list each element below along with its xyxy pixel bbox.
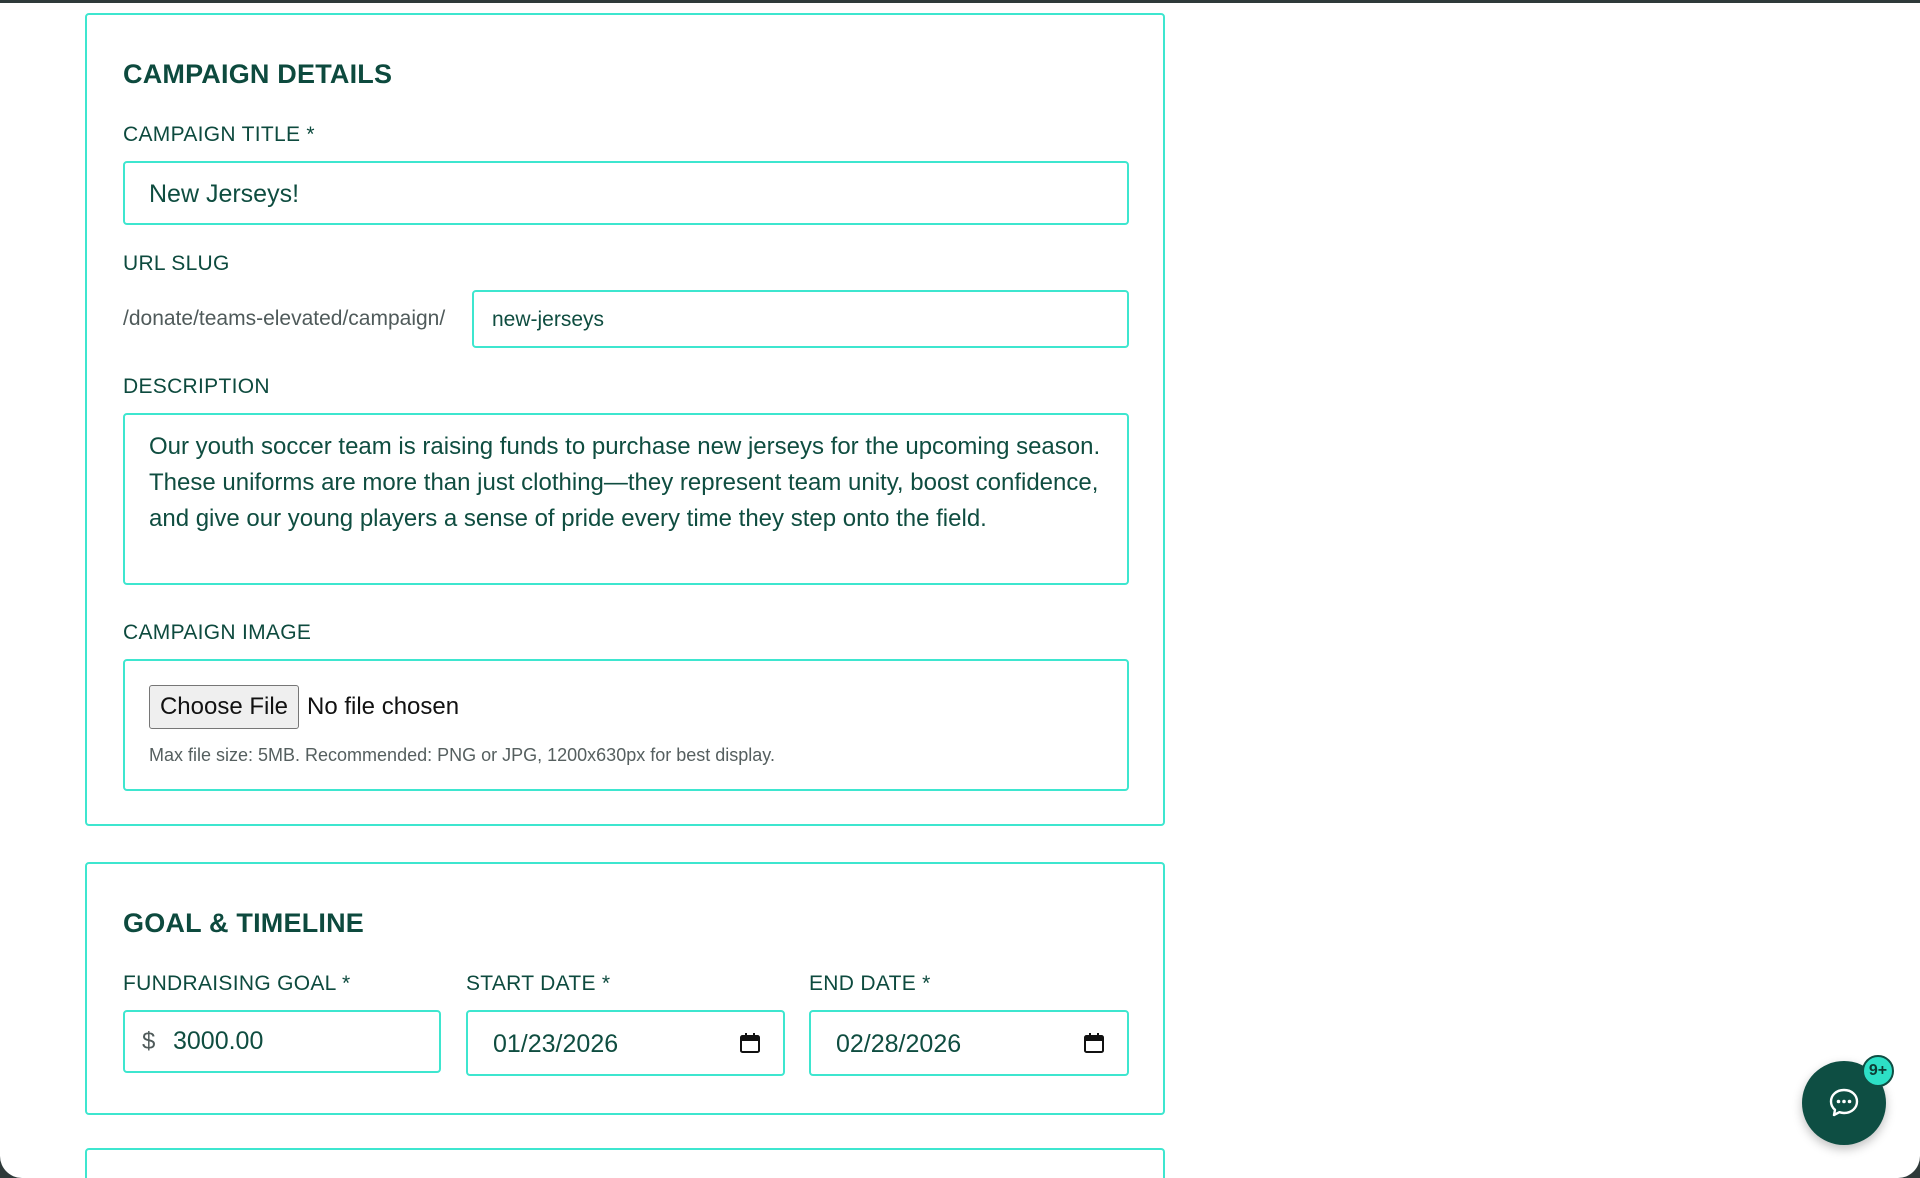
notification-badge: 9+ bbox=[1862, 1055, 1894, 1087]
url-slug-value: new-jerseys bbox=[492, 308, 605, 331]
page: CAMPAIGN DETAILS CAMPAIGN TITLE * New Je… bbox=[0, 3, 1920, 1178]
campaign-image-uploader: Choose File No file chosen Max file size… bbox=[123, 659, 1129, 791]
campaign-image-label: CAMPAIGN IMAGE bbox=[123, 621, 312, 644]
start-date-label: START DATE * bbox=[466, 972, 611, 995]
end-date-label: END DATE * bbox=[809, 972, 931, 995]
description-value: Our youth soccer team is raising funds t… bbox=[149, 433, 1101, 532]
start-date-value: 01/23/2026 bbox=[493, 1030, 619, 1058]
fundraising-goal-label: FUNDRAISING GOAL * bbox=[123, 972, 351, 995]
campaign-details-card: CAMPAIGN DETAILS CAMPAIGN TITLE * New Je… bbox=[85, 13, 1165, 826]
goal-timeline-card: GOAL & TIMELINE FUNDRAISING GOAL * $ 300… bbox=[85, 862, 1165, 1115]
calendar-icon[interactable] bbox=[739, 1032, 761, 1054]
url-slug-input[interactable]: new-jerseys bbox=[472, 290, 1129, 348]
fundraising-goal-input[interactable]: $ 3000.00 bbox=[123, 1010, 441, 1073]
choose-file-button[interactable]: Choose File bbox=[149, 685, 299, 729]
end-date-input[interactable]: 02/28/2026 bbox=[809, 1010, 1129, 1076]
goal-timeline-title: GOAL & TIMELINE bbox=[123, 908, 365, 938]
campaign-title-input[interactable]: New Jerseys! bbox=[123, 161, 1129, 225]
chat-bubble-icon bbox=[1829, 1088, 1859, 1117]
campaign-details-title: CAMPAIGN DETAILS bbox=[123, 59, 393, 89]
campaign-title-value: New Jerseys! bbox=[149, 180, 300, 208]
next-section-card bbox=[85, 1148, 1165, 1178]
no-file-chosen-text: No file chosen bbox=[307, 693, 460, 720]
calendar-icon[interactable] bbox=[1083, 1032, 1105, 1054]
url-slug-label: URL SLUG bbox=[123, 252, 230, 275]
start-date-input[interactable]: 01/23/2026 bbox=[466, 1010, 785, 1076]
currency-symbol: $ bbox=[142, 1028, 156, 1055]
end-date-value: 02/28/2026 bbox=[836, 1030, 962, 1058]
description-textarea[interactable]: Our youth soccer team is raising funds t… bbox=[123, 413, 1129, 585]
fundraising-goal-value: 3000.00 bbox=[173, 1027, 264, 1055]
campaign-title-label: CAMPAIGN TITLE * bbox=[123, 123, 315, 146]
description-label: DESCRIPTION bbox=[123, 375, 270, 398]
url-slug-prefix: /donate/teams-elevated/campaign/ bbox=[123, 307, 446, 330]
file-size-hint: Max file size: 5MB. Recommended: PNG or … bbox=[149, 745, 775, 765]
